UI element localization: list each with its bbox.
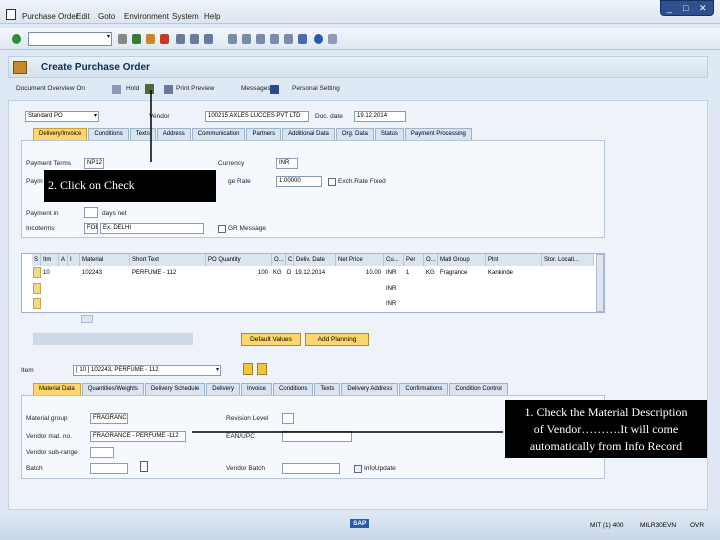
callout-step-2-text: 2. Click on Check <box>48 178 135 192</box>
status-bar: SAP MIT (1) 400 MILR30EVN OVR <box>0 514 720 540</box>
sap-logo: SAP <box>350 519 370 528</box>
callout-step-1: 1. Check the Material Description of Ven… <box>505 400 707 458</box>
server-info[interactable]: MILR30EVN <box>640 522 676 529</box>
input-mode[interactable]: OVR <box>690 522 704 529</box>
callout-step-1-line2: of Vendor……….It will come <box>533 422 679 436</box>
annotation-arrows <box>150 90 503 433</box>
callout-step-1-line3: automatically from Info Record <box>529 439 683 453</box>
system-info[interactable]: MIT (1) 400 <box>590 522 623 529</box>
callout-step-2: 2. Click on Check <box>44 170 216 202</box>
callout-step-1-line1: 1. Check the Material Description <box>524 405 688 419</box>
